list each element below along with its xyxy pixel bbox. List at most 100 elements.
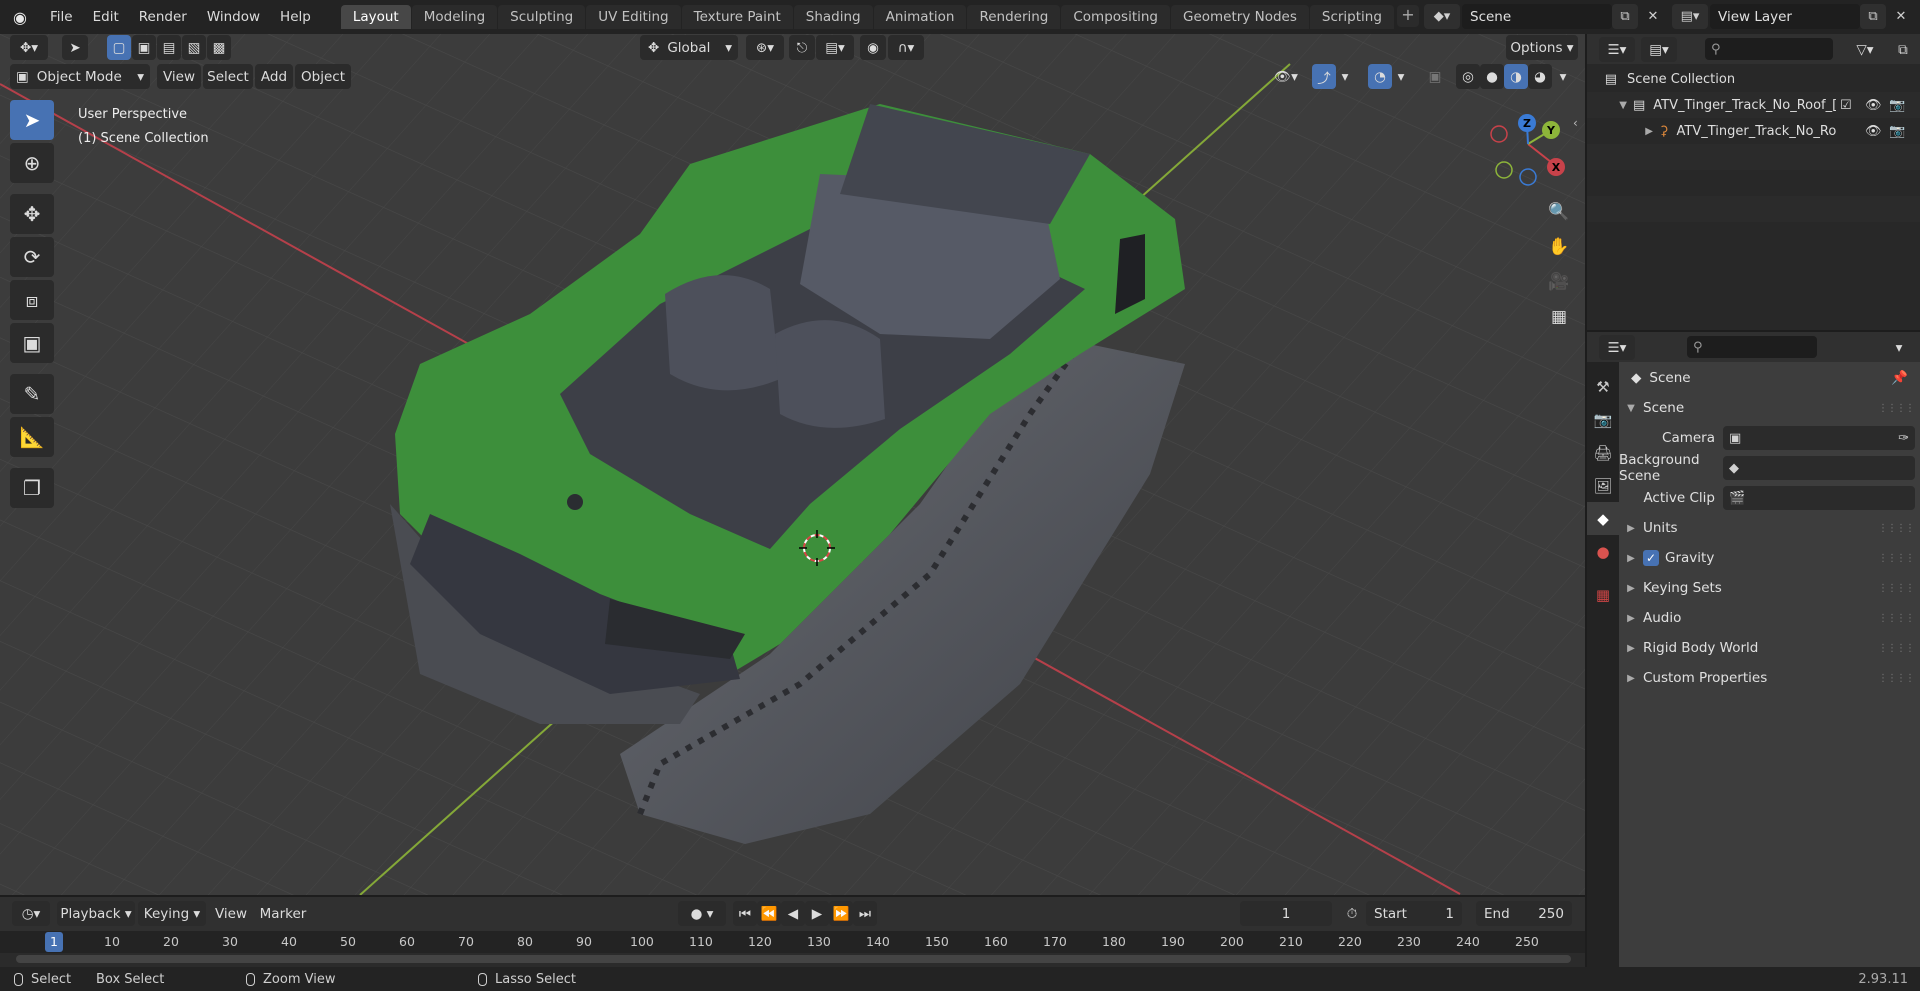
object-mode-dropdown[interactable]: ▣ Object Mode ▾ — [10, 64, 150, 89]
visibility-dropdown[interactable]: 👁▾ — [1266, 64, 1306, 89]
exclude-checkbox-icon[interactable]: ☑ — [1840, 98, 1852, 113]
outliner-editor-type-button[interactable]: ☰▾ — [1599, 37, 1635, 62]
transform-orientation-dropdown[interactable]: ✥ Global ▾ — [640, 35, 738, 60]
eyedropper-icon[interactable]: ✑ — [1898, 431, 1909, 446]
frame-ruler[interactable]: 1 10 20 30 40 50 60 70 80 90 100 110 120… — [0, 931, 1585, 953]
options-dropdown[interactable]: Options ▾ — [1506, 35, 1578, 60]
active-clip-field[interactable]: 🎬 — [1723, 486, 1915, 510]
rotate-tool-icon[interactable]: ⟳ — [10, 237, 54, 277]
drag-handle-icon[interactable]: ⋮⋮⋮⋮ — [1878, 643, 1915, 654]
timeline-menu-marker[interactable]: Marker — [256, 901, 310, 926]
select-new-icon[interactable]: ▢ — [107, 35, 131, 60]
properties-search-input[interactable]: ⚲ — [1687, 336, 1817, 358]
outliner-search-input[interactable]: ⚲ — [1705, 38, 1833, 60]
timeline-menu-keying[interactable]: Keying ▾ — [138, 901, 206, 926]
render-camera-icon[interactable]: 📷 — [1889, 98, 1905, 113]
auto-keying-toggle[interactable]: ● ▾ — [678, 901, 726, 926]
menu-help[interactable]: Help — [270, 0, 321, 34]
visibility-eye-icon[interactable]: 👁 — [1865, 124, 1882, 139]
drag-handle-icon[interactable]: ⋮⋮⋮⋮ — [1878, 613, 1915, 624]
camera-view-icon[interactable]: 🎥 — [1544, 267, 1574, 297]
drag-handle-icon[interactable]: ⋮⋮⋮⋮ — [1878, 403, 1915, 414]
tab-rendering[interactable]: Rendering — [967, 5, 1061, 29]
end-frame-field[interactable]: End 250 — [1476, 901, 1572, 926]
tweak-select-icon[interactable]: ➤ — [62, 35, 88, 60]
delete-scene-icon[interactable]: ✕ — [1640, 4, 1666, 29]
tab-shading[interactable]: Shading — [793, 5, 873, 29]
tab-compositing[interactable]: Compositing — [1061, 5, 1170, 29]
tab-texture-paint[interactable]: Texture Paint — [681, 5, 793, 29]
new-view-layer-icon[interactable]: ⧉ — [1860, 4, 1886, 29]
scene-selector-button[interactable]: ◆▾ — [1424, 4, 1460, 29]
current-frame-indicator[interactable]: 1 — [45, 932, 63, 952]
new-collection-icon[interactable]: ⧉ — [1891, 37, 1915, 62]
drag-handle-icon[interactable]: ⋮⋮⋮⋮ — [1878, 523, 1915, 534]
tab-modeling[interactable]: Modeling — [411, 5, 498, 29]
scene-name-field[interactable]: Scene — [1462, 4, 1612, 29]
view-layer-tab-icon[interactable]: 🖼 — [1587, 469, 1619, 502]
current-frame-field[interactable]: 1 — [1240, 901, 1332, 926]
viewport-menu-add[interactable]: Add — [255, 64, 293, 89]
editor-type-button[interactable]: ✥▾ — [10, 35, 48, 60]
filter-dropdown-icon[interactable]: ▽▾ — [1847, 37, 1883, 62]
tab-sculpting[interactable]: Sculpting — [498, 5, 586, 29]
timeline-editor-type-button[interactable]: ◷▾ — [12, 901, 50, 926]
units-section[interactable]: ▶ Units ⋮⋮⋮⋮ — [1619, 514, 1920, 542]
outliner-row-object[interactable]: ▶ ⚳ ATV_Tinger_Track_No_Ro 👁 📷 — [1587, 118, 1920, 144]
zoom-view-icon[interactable]: 🔍 — [1544, 197, 1574, 227]
tab-animation[interactable]: Animation — [873, 5, 967, 29]
tab-geometry-nodes[interactable]: Geometry Nodes — [1171, 5, 1309, 29]
properties-options-dropdown[interactable]: ▾ — [1887, 335, 1911, 360]
viewport-menu-object[interactable]: Object — [295, 64, 351, 89]
delete-view-layer-icon[interactable]: ✕ — [1888, 4, 1914, 29]
timeline-scrollbar[interactable] — [16, 955, 1571, 963]
expand-arrow-icon[interactable]: ▶ — [1587, 126, 1653, 137]
shading-dropdown-icon[interactable]: ▾ — [1552, 64, 1574, 89]
menu-file[interactable]: File — [40, 0, 83, 34]
solid-shading-icon[interactable]: ● — [1480, 64, 1504, 89]
select-extend-icon[interactable]: ▣ — [132, 35, 156, 60]
measure-tool-icon[interactable]: 📐 — [10, 417, 54, 457]
tab-layout[interactable]: Layout — [340, 5, 411, 29]
jump-next-keyframe-icon[interactable]: ⏩ — [829, 901, 853, 926]
overlay-dropdown-icon[interactable]: ▾ — [1392, 64, 1410, 89]
snap-target-dropdown[interactable]: ▤▾ — [816, 35, 854, 60]
move-tool-icon[interactable]: ✥ — [10, 194, 54, 234]
cursor-tool-icon[interactable]: ⊕ — [10, 143, 54, 183]
add-workspace-button[interactable]: + — [1396, 5, 1419, 27]
scene-panel-header[interactable]: ▼ Scene ⋮⋮⋮⋮ — [1619, 394, 1920, 422]
menu-edit[interactable]: Edit — [83, 0, 129, 34]
viewport-menu-view[interactable]: View — [157, 64, 201, 89]
gizmo-dropdown-icon[interactable]: ▾ — [1336, 64, 1354, 89]
tab-scripting[interactable]: Scripting — [1309, 5, 1394, 29]
select-intersect-icon[interactable]: ▩ — [207, 35, 231, 60]
texture-tab-icon[interactable]: ▦ — [1587, 578, 1619, 611]
proportional-falloff-icon[interactable]: ∩▾ — [888, 35, 924, 60]
audio-section[interactable]: ▶ Audio ⋮⋮⋮⋮ — [1619, 604, 1920, 632]
pivot-point-dropdown[interactable]: ⊛▾ — [746, 35, 784, 60]
sidebar-toggle-icon[interactable]: ‹ — [1573, 116, 1578, 130]
custom-properties-section[interactable]: ▶ Custom Properties ⋮⋮⋮⋮ — [1619, 664, 1920, 692]
material-preview-shading-icon[interactable]: ◑ — [1504, 64, 1528, 89]
gizmo-toggle-icon[interactable]: ⤴ — [1312, 64, 1336, 89]
gravity-section[interactable]: ▶ ✓ Gravity ⋮⋮⋮⋮ — [1619, 544, 1920, 572]
preview-range-icon[interactable]: ⏱ — [1340, 901, 1364, 926]
viewport-menu-select[interactable]: Select — [203, 64, 253, 89]
select-box-tool-icon[interactable]: ➤ — [10, 100, 54, 140]
drag-handle-icon[interactable]: ⋮⋮⋮⋮ — [1878, 553, 1915, 564]
new-scene-icon[interactable]: ⧉ — [1612, 4, 1638, 29]
output-tab-icon[interactable]: 🖨 — [1587, 436, 1619, 469]
outliner-row-collection[interactable]: ▼ ▤ ATV_Tinger_Track_No_Roof_[ ☑ 👁 📷 — [1587, 92, 1920, 118]
3d-viewport[interactable]: X Y Z ✥▾ ➤ ▢ ▣ ▤ ▧ ▩ ✥ Global ▾ ⊛▾ ⎋ ▤▾ … — [0, 34, 1585, 895]
select-subtract-icon[interactable]: ▤ — [157, 35, 181, 60]
timeline-menu-playback[interactable]: Playback ▾ — [57, 901, 135, 926]
pan-view-icon[interactable]: ✋ — [1544, 232, 1574, 262]
background-scene-field[interactable]: ◆ — [1723, 456, 1915, 480]
start-frame-field[interactable]: Start 1 — [1366, 901, 1462, 926]
world-tab-icon[interactable]: ● — [1587, 535, 1619, 568]
wireframe-shading-icon[interactable]: ◎ — [1456, 64, 1480, 89]
expand-arrow-icon[interactable]: ▼ — [1587, 100, 1627, 111]
render-tab-icon[interactable]: 📷 — [1587, 403, 1619, 436]
render-camera-icon[interactable]: 📷 — [1889, 124, 1905, 139]
blender-logo-icon[interactable]: ◉ — [0, 0, 40, 34]
